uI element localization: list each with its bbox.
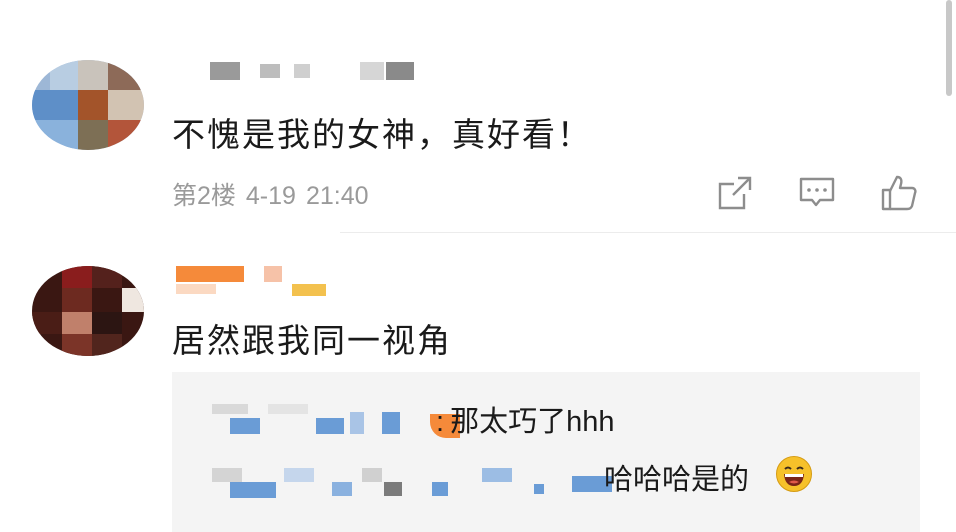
floor-label: 第2楼: [172, 182, 236, 210]
avatar[interactable]: [32, 60, 144, 150]
reply-item: : 那太巧了hhh: [436, 398, 614, 440]
reply-text: 那太巧了hhh: [450, 406, 615, 438]
reply-text: 哈哈哈是的: [604, 464, 750, 496]
replies-box[interactable]: : 那太巧了hhh 哈哈哈是的: [172, 372, 920, 532]
reply-icon[interactable]: [798, 174, 836, 212]
blurred-username[interactable]: [212, 468, 612, 500]
comment-date: 4-19: [245, 182, 296, 210]
comment-text: 不愧是我的女神，真好看！: [172, 115, 592, 154]
blurred-username[interactable]: [210, 62, 420, 84]
comment-meta: 第2楼 4-19 21:40: [172, 176, 379, 212]
scrollbar[interactable]: [946, 0, 952, 96]
comment-time: 21:40: [305, 182, 369, 210]
comment-text: 居然跟我同一视角: [172, 321, 452, 360]
reply-separator: :: [436, 406, 445, 438]
reply-item: 哈哈哈是的: [604, 456, 749, 498]
laughing-emoji-icon: [776, 456, 812, 492]
comment-divider: [340, 232, 956, 233]
share-icon[interactable]: [716, 174, 754, 212]
blurred-username[interactable]: [212, 404, 460, 438]
like-icon[interactable]: [880, 174, 918, 212]
blurred-username[interactable]: [176, 266, 336, 298]
avatar[interactable]: [32, 266, 144, 356]
